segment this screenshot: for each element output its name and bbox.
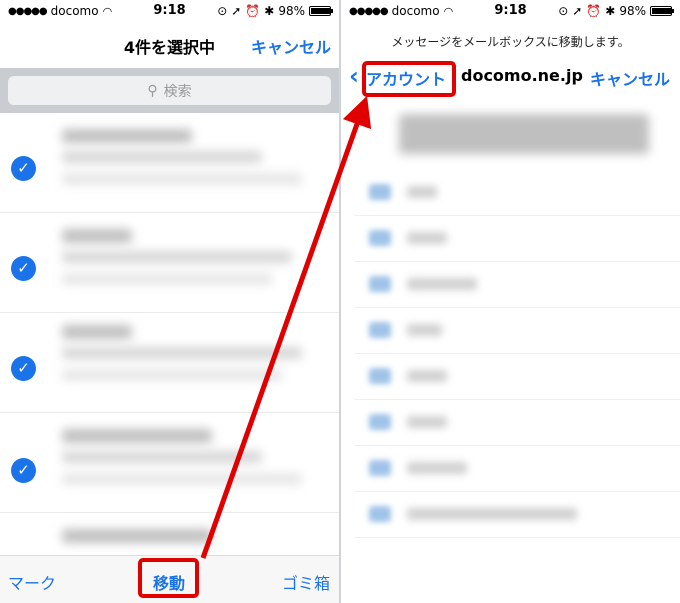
nav-bar: 4件を選択中 キャンセル [0, 22, 339, 66]
mail-row[interactable]: ✓ [0, 213, 339, 313]
folder-icon [369, 230, 391, 246]
blurred-text [62, 529, 212, 543]
blurred-text [62, 151, 262, 163]
blurred-text [62, 251, 292, 263]
rotation-lock-icon: ⊙ [558, 4, 569, 18]
blurred-text [62, 229, 132, 243]
mail-row[interactable]: ✓ [0, 113, 339, 213]
search-icon: ⚲ [147, 82, 158, 99]
blurred-text [62, 173, 302, 185]
move-prompt: メッセージをメールボックスに移動します。 [391, 35, 630, 49]
checkmark-icon[interactable]: ✓ [11, 156, 36, 181]
blurred-text [407, 416, 447, 428]
checkmark-icon[interactable]: ✓ [11, 458, 36, 483]
blurred-text [407, 232, 447, 244]
folder-icon [369, 322, 391, 338]
mailbox-row[interactable] [355, 354, 680, 400]
left-screen: ●●●●● docomo ◠ 9:18 ⊙ ➚ ⏰ ✱ 98% 4件を選択中 キ… [0, 0, 339, 603]
blurred-text [407, 370, 447, 382]
rotation-lock-icon: ⊙ [217, 4, 228, 18]
alarm-icon: ⏰ [586, 4, 602, 18]
blurred-text [407, 278, 477, 290]
chevron-left-icon[interactable]: ‹ [349, 62, 359, 90]
folder-icon [369, 276, 391, 292]
battery-icon [309, 6, 333, 16]
alarm-icon: ⏰ [245, 4, 261, 18]
folder-icon [369, 368, 391, 384]
mailbox-list [341, 100, 680, 603]
blurred-text [407, 324, 442, 336]
search-placeholder: 検索 [163, 83, 192, 100]
search-area: ⚲ 検索 [0, 68, 339, 113]
battery-percent: 98% [278, 4, 305, 18]
search-input[interactable]: ⚲ 検索 [8, 76, 331, 105]
cancel-button[interactable]: キャンセル [251, 34, 331, 58]
mail-row[interactable]: ✓ [0, 313, 339, 413]
mailbox-row[interactable] [355, 492, 680, 538]
blurred-text [62, 451, 262, 463]
battery-percent: 98% [619, 4, 646, 18]
bluetooth-icon: ✱ [264, 4, 275, 18]
mail-list: ✓ ✓ ✓ ✓ [0, 113, 339, 555]
folder-icon [369, 414, 391, 430]
folder-icon [369, 460, 391, 476]
blurred-text [62, 429, 212, 443]
account-highlight-box [362, 61, 456, 97]
status-bar: ●●●●● docomo ◠ 9:18 ⊙ ➚ ⏰ ✱ 98% [0, 0, 339, 22]
mailbox-row[interactable] [355, 400, 680, 446]
blurred-text [62, 129, 192, 143]
blurred-header [399, 114, 649, 154]
checkmark-icon[interactable]: ✓ [11, 356, 36, 381]
folder-icon [369, 506, 391, 522]
move-highlight-box [138, 558, 199, 598]
mailbox-row[interactable] [355, 446, 680, 492]
mailbox-row[interactable] [355, 216, 680, 262]
cancel-button[interactable]: キャンセル [590, 66, 670, 90]
checkmark-icon[interactable]: ✓ [11, 256, 36, 281]
mailbox-row[interactable] [355, 170, 680, 216]
location-icon: ➚ [231, 4, 242, 18]
mailbox-row[interactable] [355, 262, 680, 308]
mark-button[interactable]: マーク [8, 570, 56, 594]
blurred-text [407, 462, 467, 474]
blurred-text [62, 347, 302, 359]
bluetooth-icon: ✱ [605, 4, 616, 18]
blurred-text [62, 473, 302, 485]
mail-row[interactable]: ✓ [0, 413, 339, 513]
mail-row[interactable] [0, 513, 339, 553]
blurred-text [62, 325, 132, 339]
blurred-text [62, 273, 272, 285]
trash-button[interactable]: ゴミ箱 [282, 570, 330, 594]
blurred-text [407, 186, 437, 198]
mailbox-row[interactable] [355, 308, 680, 354]
location-icon: ➚ [572, 4, 583, 18]
folder-icon [369, 184, 391, 200]
status-bar: ●●●●● docomo ◠ 9:18 ⊙ ➚ ⏰ ✱ 98% [341, 0, 680, 22]
account-title: docomo.ne.jp [461, 66, 583, 85]
blurred-text [407, 508, 577, 520]
blurred-text [62, 369, 282, 381]
battery-icon [650, 6, 674, 16]
